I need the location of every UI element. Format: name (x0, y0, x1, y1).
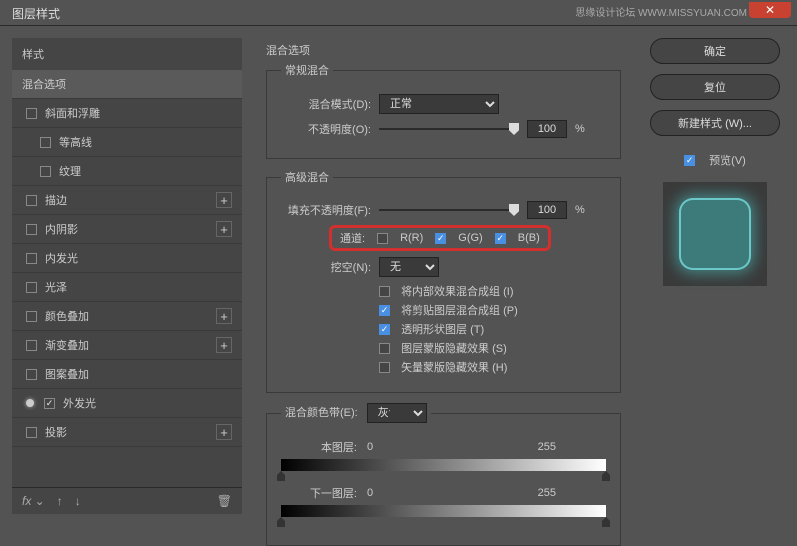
checkbox-icon[interactable] (40, 166, 51, 177)
channel-r-checkbox[interactable] (377, 233, 388, 244)
layer-mask-hides-checkbox[interactable] (379, 343, 390, 354)
sidebar-item-contour[interactable]: 等高线 (12, 128, 242, 157)
blend-clipped-checkbox[interactable] (379, 305, 390, 316)
checkbox-icon[interactable] (44, 398, 55, 409)
preview-checkbox-icon[interactable] (684, 155, 695, 166)
opacity-label: 不透明度(O): (281, 121, 371, 137)
blend-mode-select[interactable]: 正常 (379, 94, 499, 114)
checkbox-icon[interactable] (40, 137, 51, 148)
transparency-shapes-checkbox[interactable] (379, 324, 390, 335)
opacity-slider[interactable] (379, 128, 519, 130)
opacity-input[interactable] (527, 120, 567, 138)
sidebar-item-inner-shadow[interactable]: 内阴影+ (12, 215, 242, 244)
active-dot-icon (26, 399, 34, 407)
panel-title: 混合选项 (266, 42, 621, 58)
underlying-gradient[interactable] (281, 505, 606, 517)
arrow-down-icon[interactable]: ↓ (75, 494, 81, 508)
preview-toggle[interactable]: 预览(V) (684, 152, 746, 168)
channels-label: 通道: (340, 230, 365, 246)
fill-opacity-input[interactable] (527, 201, 567, 219)
checkbox-icon[interactable] (26, 369, 37, 380)
channel-b-checkbox[interactable] (495, 233, 506, 244)
cancel-button[interactable]: 复位 (650, 74, 780, 100)
checkbox-icon[interactable] (26, 311, 37, 322)
checkbox-icon[interactable] (26, 195, 37, 206)
checkbox-icon[interactable] (26, 340, 37, 351)
arrow-up-icon[interactable]: ↑ (57, 494, 63, 508)
trash-icon[interactable]: 🗑 (217, 494, 232, 508)
checkbox-icon[interactable] (26, 427, 37, 438)
plus-icon[interactable]: + (216, 221, 232, 237)
knockout-select[interactable]: 无 (379, 257, 439, 277)
watermark-text: 思缘设计论坛 WWW.MISSYUAN.COM (575, 4, 747, 19)
blend-if-select[interactable]: 灰色 (367, 403, 427, 423)
sidebar-item-gradient-overlay[interactable]: 渐变叠加+ (12, 331, 242, 360)
this-layer-label: 本图层: (281, 439, 357, 455)
checkbox-icon[interactable] (26, 224, 37, 235)
underlying-layer-label: 下一图层: (281, 485, 357, 501)
blend-mode-label: 混合模式(D): (281, 96, 371, 112)
checkbox-icon[interactable] (26, 108, 37, 119)
percent-label: % (575, 204, 585, 216)
sidebar-item-blending-options[interactable]: 混合选项 (12, 70, 242, 99)
checkbox-icon[interactable] (26, 253, 37, 264)
new-style-button[interactable]: 新建样式 (W)... (650, 110, 780, 136)
sidebar-item-inner-glow[interactable]: 内发光 (12, 244, 242, 273)
advanced-blend-legend: 高级混合 (281, 169, 333, 185)
channels-highlight: 通道: R(R) G(G) B(B) (329, 225, 551, 251)
sidebar-item-stroke[interactable]: 描边+ (12, 186, 242, 215)
sidebar-footer: fx ⌄ ↑ ↓ 🗑 (12, 487, 242, 514)
fx-menu-icon[interactable]: fx ⌄ (22, 494, 45, 508)
normal-blend-group: 常规混合 混合模式(D): 正常 不透明度(O): % (266, 62, 621, 159)
plus-icon[interactable]: + (216, 308, 232, 324)
blend-interior-checkbox[interactable] (379, 286, 390, 297)
fill-opacity-label: 填充不透明度(F): (281, 202, 371, 218)
blend-if-group: 混合颜色带(E): 灰色 本图层: 0 255 下一图层: 0 255 (266, 403, 621, 546)
knockout-label: 挖空(N): (281, 259, 371, 275)
sidebar-item-outer-glow[interactable]: 外发光 (12, 389, 242, 418)
right-panel: 确定 复位 新建样式 (W)... 预览(V) (645, 38, 785, 514)
channel-g-checkbox[interactable] (435, 233, 446, 244)
plus-icon[interactable]: + (216, 424, 232, 440)
vector-mask-hides-checkbox[interactable] (379, 362, 390, 373)
this-layer-gradient[interactable] (281, 459, 606, 471)
percent-label: % (575, 123, 585, 135)
sidebar-header: 样式 (12, 38, 242, 70)
options-panel: 混合选项 常规混合 混合模式(D): 正常 不透明度(O): % 高级混合 填充… (254, 38, 633, 514)
sidebar-item-color-overlay[interactable]: 颜色叠加+ (12, 302, 242, 331)
styles-sidebar: 样式 混合选项 斜面和浮雕 等高线 纹理 描边+ 内阴影+ 内发光 光泽 颜色叠… (12, 38, 242, 514)
sidebar-item-pattern-overlay[interactable]: 图案叠加 (12, 360, 242, 389)
fill-opacity-slider[interactable] (379, 209, 519, 211)
sidebar-item-texture[interactable]: 纹理 (12, 157, 242, 186)
close-button[interactable]: ✕ (749, 2, 791, 18)
plus-icon[interactable]: + (216, 192, 232, 208)
sidebar-item-satin[interactable]: 光泽 (12, 273, 242, 302)
sidebar-item-drop-shadow[interactable]: 投影+ (12, 418, 242, 447)
advanced-blend-group: 高级混合 填充不透明度(F): % 通道: R(R) G(G) B(B) 挖空(… (266, 169, 621, 393)
preview-shape (679, 198, 751, 270)
sidebar-item-bevel[interactable]: 斜面和浮雕 (12, 99, 242, 128)
ok-button[interactable]: 确定 (650, 38, 780, 64)
normal-blend-legend: 常规混合 (281, 62, 333, 78)
preview-swatch (663, 182, 767, 286)
plus-icon[interactable]: + (216, 337, 232, 353)
checkbox-icon[interactable] (26, 282, 37, 293)
blend-if-legend: 混合颜色带(E): 灰色 (281, 403, 431, 423)
